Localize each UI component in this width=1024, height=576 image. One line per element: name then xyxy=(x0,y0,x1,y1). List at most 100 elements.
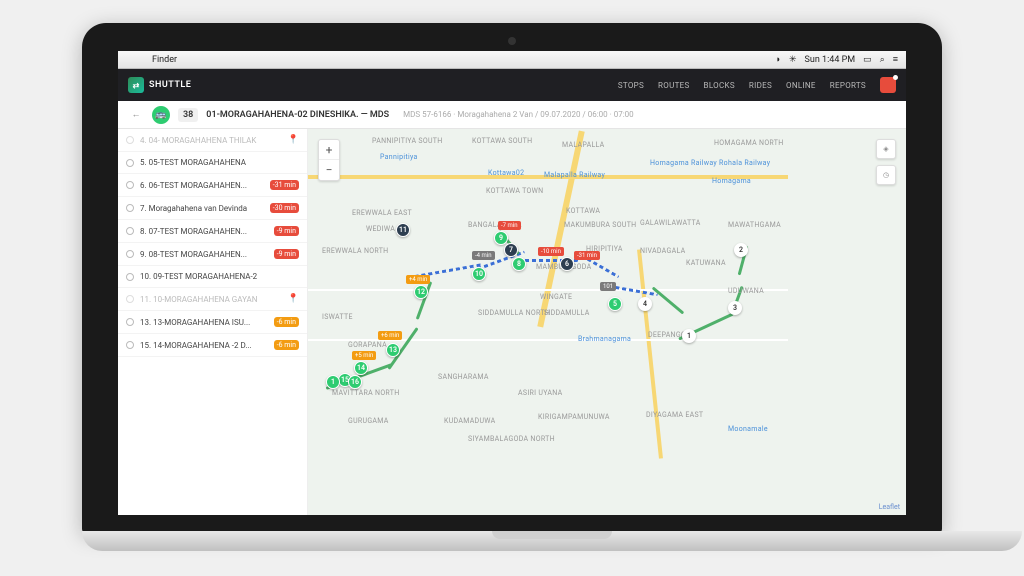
map-place-label: KUDAMADUWA xyxy=(444,417,496,425)
map-place-label: KOTTAWA TOWN xyxy=(486,187,543,195)
layers-button[interactable]: ◈ xyxy=(876,139,896,159)
stop-row[interactable]: 9. 08-TEST MORAGAHAHEN... -9 min xyxy=(118,243,307,266)
map-stop-marker[interactable]: 14 xyxy=(354,361,368,375)
nav-reports[interactable]: REPORTS xyxy=(830,81,866,90)
route-code: 38 xyxy=(178,108,198,122)
delay-badge: -6 min xyxy=(274,317,299,327)
map-delay-tag: 101 xyxy=(600,282,616,291)
map-stop-marker[interactable]: 5 xyxy=(608,297,622,311)
map-delay-tag: -31 min xyxy=(574,251,600,260)
stop-dot-icon xyxy=(126,136,134,144)
stop-row[interactable]: 10. 09-TEST MORAGAHAHENA-2 xyxy=(118,266,307,288)
map-canvas[interactable]: + − ◈ ◷ Leaflet PANNIPITIYA SOUTH Pannipi… xyxy=(308,129,906,515)
map-stop-marker[interactable]: 1 xyxy=(682,329,696,343)
map-place-label: SIDDAMULLA NORTH xyxy=(478,309,550,317)
map-stop-marker[interactable]: 6 xyxy=(560,257,574,271)
stop-row[interactable]: 13. 13-MORAGAHAHENA ISU...-6 min xyxy=(118,311,307,334)
nav-online[interactable]: ONLINE xyxy=(786,81,816,90)
map-attribution[interactable]: Leaflet xyxy=(879,503,900,511)
map-stop-marker[interactable]: 1 xyxy=(326,375,340,389)
map-place-label: WINGATE xyxy=(540,293,572,301)
stop-row[interactable]: 11. 10-MORAGAHAHENA GAYAN 📍 xyxy=(118,288,307,311)
map-place-label: PANNIPITIYA SOUTH xyxy=(372,137,443,145)
map-stop-marker[interactable]: 8 xyxy=(512,257,526,271)
map-stop-marker[interactable]: 11 xyxy=(396,223,410,237)
zoom-out-button[interactable]: − xyxy=(319,160,339,180)
macos-menubar: Finder ◗ ✳ Sun 1:44 PM ▭ ⌕ ≡ xyxy=(118,51,906,69)
stop-row[interactable]: 7. Moragahahena van Devinda-30 min xyxy=(118,197,307,220)
map-delay-tag: -4 min xyxy=(472,251,495,260)
map-place-label: KOTTAWA SOUTH xyxy=(472,137,532,145)
nav-stops[interactable]: STOPS xyxy=(618,81,644,90)
stops-sidebar[interactable]: 4. 04- MORAGAHAHENA THILAK📍5. 05-TEST MO… xyxy=(118,129,308,515)
stop-label: 4. 04- MORAGAHAHENA THILAK xyxy=(140,136,282,145)
map-delay-tag: +4 min xyxy=(406,275,430,284)
stop-label: 7. Moragahahena van Devinda xyxy=(140,204,264,213)
nav-blocks[interactable]: BLOCKS xyxy=(704,81,735,90)
map-place-label: MAWATHGAMA xyxy=(728,221,781,229)
map-zoom-control: + − xyxy=(318,139,340,181)
stop-row[interactable]: 6. 06-TEST MORAGAHAHEN...-31 min xyxy=(118,174,307,197)
nav-rides[interactable]: RIDES xyxy=(749,81,772,90)
battery-icon[interactable]: ▭ xyxy=(863,55,872,65)
clock-text[interactable]: Sun 1:44 PM xyxy=(805,55,856,65)
search-icon[interactable]: ⌕ xyxy=(880,55,885,65)
route-meta: MDS 57-6166 · Moragahahena 2 Van / 09.07… xyxy=(403,110,633,119)
map-delay-tag: +6 min xyxy=(378,331,402,340)
map-place-label: SIYAMBALAGODA NORTH xyxy=(468,435,555,443)
map-place-label: ASIRI UYANA xyxy=(518,389,563,397)
webcam xyxy=(508,37,516,45)
menu-icon[interactable]: ≡ xyxy=(893,54,898,65)
map-stop-marker[interactable]: 10 xyxy=(472,267,486,281)
pin-icon: 📍 xyxy=(288,294,299,304)
map-delay-tag: +5 min xyxy=(352,351,376,360)
stop-label: 10. 09-TEST MORAGAHAHENA-2 xyxy=(140,272,299,281)
map-stop-marker[interactable]: 7 xyxy=(504,243,518,257)
map-stop-marker[interactable]: 13 xyxy=(386,343,400,357)
map-place-label: SANGHARAMA xyxy=(438,373,489,381)
stop-row[interactable]: 4. 04- MORAGAHAHENA THILAK📍 xyxy=(118,129,307,152)
map-stop-marker[interactable]: 16 xyxy=(348,375,362,389)
stop-label: 6. 06-TEST MORAGAHAHEN... xyxy=(140,181,264,190)
bluetooth-icon[interactable]: ✳ xyxy=(789,55,797,65)
map-place-label: Moonamale xyxy=(728,425,768,433)
logo[interactable]: ⇄ SHUTTLE xyxy=(128,77,191,93)
route-header: ← 🚌 38 01-MORAGAHAHENA-02 DINESHIKA. — M… xyxy=(118,101,906,129)
stop-row[interactable]: 8. 07-TEST MORAGAHAHEN...-9 min xyxy=(118,220,307,243)
stop-label: 11. 10-MORAGAHAHENA GAYAN xyxy=(140,295,282,304)
wifi-icon[interactable]: ◗ xyxy=(776,54,781,65)
time-button[interactable]: ◷ xyxy=(876,165,896,185)
delay-badge: -9 min xyxy=(274,249,299,259)
stop-label: 9. 08-TEST MORAGAHAHEN... xyxy=(140,250,268,259)
map-place-label: GALAWILAWATTA xyxy=(640,219,701,227)
map-place-label: SIDDAMULLA xyxy=(544,309,590,317)
map-stop-marker[interactable]: 2 xyxy=(734,243,748,257)
map-place-label: Pannipitiya xyxy=(380,153,418,161)
map-stop-marker[interactable]: 3 xyxy=(728,301,742,315)
stop-row[interactable]: 5. 05-TEST MORAGAHAHENA xyxy=(118,152,307,174)
map-stop-marker[interactable]: 4 xyxy=(638,297,652,311)
notifications-icon[interactable] xyxy=(880,77,896,93)
app-header: ⇄ SHUTTLE STOPS ROUTES BLOCKS RIDES ONLI… xyxy=(118,69,906,101)
bus-icon: 🚌 xyxy=(152,106,170,124)
stop-dot-icon xyxy=(126,181,134,189)
map-place-label: KOTTAWA xyxy=(566,207,600,215)
map-place-label: DIYAGAMA EAST xyxy=(646,411,703,419)
stop-dot-icon xyxy=(126,250,134,258)
zoom-in-button[interactable]: + xyxy=(319,140,339,160)
map-place-label: GURUGAMA xyxy=(348,417,389,425)
map-stop-marker[interactable]: 12 xyxy=(414,285,428,299)
map-place-label: HOMAGAMA NORTH xyxy=(714,139,784,147)
stop-label: 5. 05-TEST MORAGAHAHENA xyxy=(140,158,299,167)
back-button[interactable]: ← xyxy=(128,107,144,123)
stop-dot-icon xyxy=(126,159,134,167)
macos-app-name[interactable]: Finder xyxy=(152,55,177,65)
nav-routes[interactable]: ROUTES xyxy=(658,81,690,90)
map-place-label: KIRIGAMPAMUNUWA xyxy=(538,413,610,421)
map-delay-tag: -10 min xyxy=(538,247,564,256)
stop-dot-icon xyxy=(126,227,134,235)
map-road xyxy=(308,289,788,291)
map-stop-marker[interactable]: 9 xyxy=(494,231,508,245)
stop-dot-icon xyxy=(126,341,134,349)
stop-row[interactable]: 15. 14-MORAGAHAHENA -2 D...-6 min xyxy=(118,334,307,357)
